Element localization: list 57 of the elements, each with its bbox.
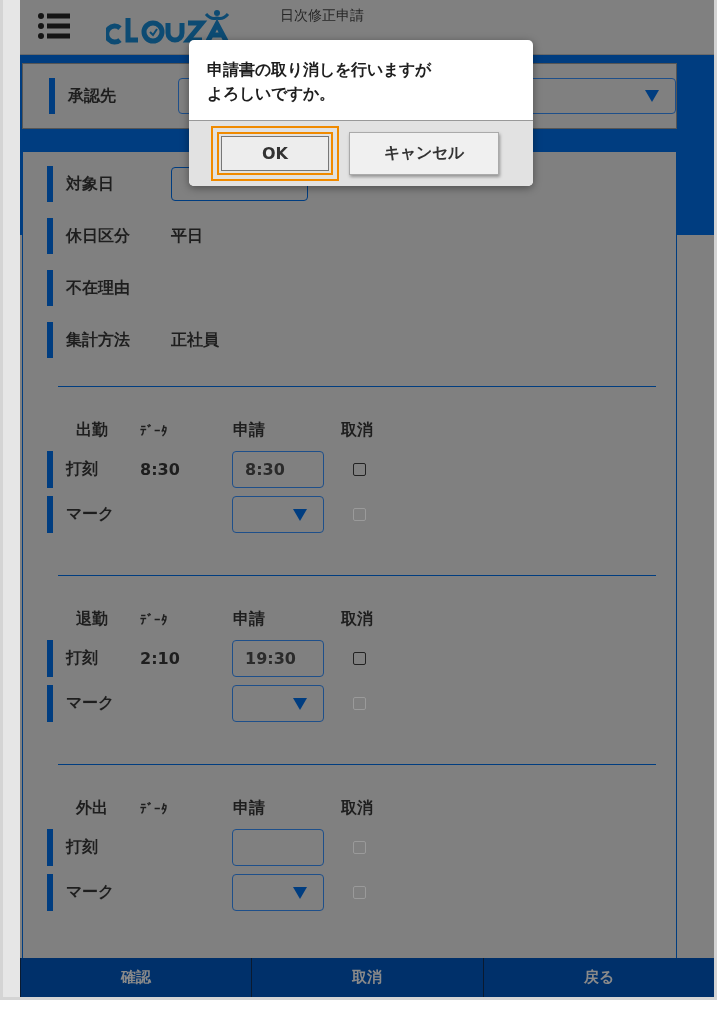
recorded-time: 8:30	[140, 460, 180, 479]
row-label: マーク	[66, 693, 114, 714]
section-title: 出勤	[76, 419, 108, 441]
time-field[interactable]: 8:30	[232, 451, 324, 488]
column-header: 取消	[341, 797, 373, 819]
menu-icon[interactable]	[38, 12, 70, 40]
column-header: 取消	[341, 419, 373, 441]
accent-bar	[47, 874, 53, 911]
dropdown-arrow-icon	[293, 508, 307, 521]
accent-bar	[47, 829, 53, 866]
accent-bar	[47, 496, 53, 533]
field-label: 集計方法	[66, 329, 131, 351]
row-label: マーク	[66, 504, 114, 525]
field-label: 承認先	[68, 85, 117, 107]
column-header: 申請	[233, 419, 265, 441]
row-label: マーク	[66, 882, 114, 903]
accent-bar	[47, 451, 53, 488]
field-label: 不在理由	[66, 277, 131, 299]
row-label: 打刻	[66, 648, 98, 669]
column-header: 取消	[341, 608, 373, 630]
accent-bar	[47, 322, 53, 358]
screen-title: 日次修正申請	[280, 6, 364, 25]
section-title: 退勤	[76, 608, 108, 630]
mark-dropdown[interactable]	[232, 874, 324, 911]
footer-button[interactable]: 戻る	[482, 958, 714, 997]
recorded-time: 2:10	[140, 649, 180, 668]
row-label: 打刻	[66, 837, 98, 858]
row-label: 打刻	[66, 459, 98, 480]
accent-bar	[47, 270, 53, 306]
column-header: 申請	[233, 797, 265, 819]
mark-dropdown[interactable]	[232, 496, 324, 533]
field-label: 対象日	[66, 173, 115, 195]
dialog-message: 申請書の取り消しを行いますがよろしいですか。	[207, 59, 433, 105]
footer-button[interactable]: 確認	[20, 958, 252, 997]
accent-bar	[47, 640, 53, 677]
dropdown-arrow-icon	[645, 90, 659, 102]
accent-bar	[49, 78, 55, 114]
column-header: ﾃﾞｰﾀ	[140, 800, 168, 816]
accent-bar	[47, 166, 53, 202]
footer-button[interactable]: 取消	[251, 958, 483, 997]
dialog-button[interactable]: キャンセル	[349, 132, 499, 175]
cancel-checkbox[interactable]	[353, 463, 366, 476]
column-header: ﾃﾞｰﾀ	[140, 422, 168, 438]
accent-bar	[47, 685, 53, 722]
dropdown-arrow-icon	[293, 886, 307, 899]
column-header: 申請	[233, 608, 265, 630]
field-value: 正社員	[171, 329, 219, 351]
time-field[interactable]: 19:30	[232, 640, 324, 677]
dropdown-arrow-icon	[293, 697, 307, 710]
field-value: 平日	[171, 225, 203, 247]
column-header: ﾃﾞｰﾀ	[140, 611, 168, 627]
time-field[interactable]	[232, 829, 324, 866]
accent-bar	[47, 218, 53, 254]
cancel-checkbox[interactable]	[353, 652, 366, 665]
field-label: 休日区分	[66, 225, 131, 247]
mark-dropdown[interactable]	[232, 685, 324, 722]
section-title: 外出	[76, 797, 108, 819]
